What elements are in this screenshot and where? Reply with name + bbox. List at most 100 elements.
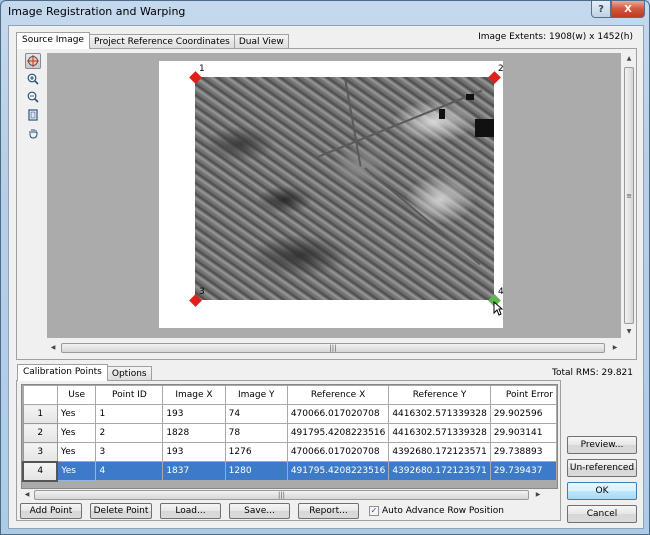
column-header-use[interactable]: Use <box>56 385 97 405</box>
horizontal-scroll-thumb[interactable]: ||| <box>61 343 605 353</box>
row-header[interactable]: 4 <box>22 460 59 482</box>
column-header-reference-y[interactable]: Reference Y <box>388 385 491 405</box>
window-title: Image Registration and Warping <box>8 5 186 18</box>
scroll-left-icon[interactable]: ◀ <box>21 489 33 501</box>
calibration-points-grid[interactable]: Use Point ID Image X Image Y Reference X… <box>21 384 558 489</box>
tab-calibration-points[interactable]: Calibration Points <box>17 364 108 381</box>
tab-options[interactable]: Options <box>106 366 152 381</box>
calibration-points-panel: Use Point ID Image X Image Y Reference X… <box>16 380 561 521</box>
cell-reference-x[interactable]: 491795.4208223516 <box>286 423 390 443</box>
delete-point-button[interactable]: Delete Point <box>90 503 152 519</box>
source-raster-image <box>195 77 494 300</box>
grip-icon: ≡ <box>626 191 632 200</box>
scroll-right-icon[interactable]: ▶ <box>609 342 621 354</box>
cell-point-error[interactable]: 29.738893 <box>489 442 557 462</box>
cell-reference-y[interactable]: 4416302.571339328 <box>388 423 491 443</box>
select-point-tool[interactable] <box>25 53 41 69</box>
hand-pan-icon <box>29 129 38 139</box>
tab-source-image[interactable]: Source Image <box>16 32 90 49</box>
column-header-image-x[interactable]: Image X <box>162 385 226 405</box>
cell-reference-y[interactable]: 4392680.172123571 <box>388 442 491 462</box>
cell-reference-x[interactable]: 470066.017020708 <box>286 442 390 462</box>
table-row[interactable]: 2 Yes 2 1828 78 491795.4208223516 441630… <box>22 423 557 443</box>
cell-point-error[interactable]: 29.903141 <box>489 423 557 443</box>
zoom-in-tool[interactable] <box>25 71 41 87</box>
save-button[interactable]: Save... <box>229 503 290 519</box>
cell-image-x[interactable]: 1828 <box>162 423 226 443</box>
cell-use[interactable]: Yes <box>56 404 97 424</box>
auto-advance-checkbox[interactable]: ✓ Auto Advance Row Position <box>369 506 504 516</box>
table-row[interactable]: 1 Yes 1 193 74 470066.017020708 4416302.… <box>22 404 557 424</box>
close-button[interactable]: X <box>611 1 645 18</box>
cell-point-error[interactable]: 29.902596 <box>489 404 557 424</box>
cell-image-y[interactable]: 74 <box>224 404 288 424</box>
scroll-down-icon[interactable]: ▼ <box>623 326 635 338</box>
zoom-out-tool[interactable] <box>25 89 41 105</box>
cell-reference-x[interactable]: 491795.4208223516 <box>286 461 390 481</box>
cell-reference-x[interactable]: 470066.017020708 <box>286 404 390 424</box>
zoom-in-icon <box>27 73 39 85</box>
dialog-window: Image Registration and Warping ? X Sourc… <box>0 0 650 535</box>
image-canvas[interactable]: 1 2 3 4 <box>47 53 621 338</box>
cell-point-id[interactable]: 2 <box>95 423 164 443</box>
pan-tool[interactable] <box>25 125 41 141</box>
cell-point-id[interactable]: 4 <box>95 461 164 481</box>
add-point-button[interactable]: Add Point <box>20 503 82 519</box>
scroll-up-icon[interactable]: ▲ <box>623 53 635 65</box>
row-header[interactable]: 2 <box>22 423 58 443</box>
image-page: 1 2 3 4 <box>159 61 504 328</box>
fit-extent-icon <box>28 109 38 121</box>
cell-use[interactable]: Yes <box>56 461 97 481</box>
table-header-row: Use Point ID Image X Image Y Reference X… <box>22 385 557 405</box>
cell-image-x[interactable]: 193 <box>162 442 226 462</box>
load-button[interactable]: Load... <box>160 503 221 519</box>
ok-button[interactable]: OK <box>567 482 637 500</box>
tab-project-reference-coordinates[interactable]: Project Reference Coordinates <box>88 34 235 49</box>
viewer-toolbox <box>23 53 43 143</box>
canvas-vertical-scrollbar[interactable]: ▲ ≡ ▼ <box>623 53 635 338</box>
fit-to-window-tool[interactable] <box>25 107 41 123</box>
checkbox-checked-icon[interactable]: ✓ <box>369 506 379 516</box>
cell-point-id[interactable]: 3 <box>95 442 164 462</box>
scroll-right-icon[interactable]: ▶ <box>532 489 544 501</box>
cell-point-error[interactable]: 29.739437 <box>489 461 557 481</box>
table-row[interactable]: 3 Yes 3 193 1276 470066.017020708 439268… <box>22 442 557 462</box>
column-header-image-y[interactable]: Image Y <box>224 385 288 405</box>
cell-use[interactable]: Yes <box>56 442 97 462</box>
cell-image-y[interactable]: 1280 <box>224 461 288 481</box>
view-tabs: Source Image Project Reference Coordinat… <box>16 32 289 49</box>
cell-use[interactable]: Yes <box>56 423 97 443</box>
crosshair-target-icon <box>27 55 39 67</box>
grid-scroll-thumb[interactable]: ||| <box>34 490 529 500</box>
cell-image-y[interactable]: 78 <box>224 423 288 443</box>
title-bar[interactable]: Image Registration and Warping ? X <box>1 1 649 23</box>
dialog-side-buttons: Preview... Un-referenced OK Cancel <box>567 436 637 528</box>
grip-icon: ||| <box>329 344 337 352</box>
cell-image-y[interactable]: 1276 <box>224 442 288 462</box>
report-button[interactable]: Report... <box>298 503 359 519</box>
image-extents-label: Image Extents: 1908(w) x 1452(h) <box>478 32 633 42</box>
cell-reference-y[interactable]: 4392680.172123571 <box>388 461 491 481</box>
canvas-horizontal-scrollbar[interactable]: ◀ ||| ▶ <box>47 342 621 354</box>
total-rms-label: Total RMS: 29.821 <box>552 368 633 378</box>
cell-image-x[interactable]: 193 <box>162 404 226 424</box>
cell-image-x[interactable]: 1837 <box>162 461 226 481</box>
column-header-reference-x[interactable]: Reference X <box>286 385 390 405</box>
mouse-cursor-icon <box>493 301 503 316</box>
vertical-scroll-thumb[interactable]: ≡ <box>624 67 634 324</box>
preview-button[interactable]: Preview... <box>567 436 637 454</box>
table-row-selected[interactable]: 4 Yes 4 1837 1280 491795.4208223516 4392… <box>22 460 557 482</box>
column-header-point-id[interactable]: Point ID <box>95 385 164 405</box>
unreferenced-button[interactable]: Un-referenced <box>567 459 637 477</box>
cancel-button[interactable]: Cancel <box>567 505 637 523</box>
help-button[interactable]: ? <box>591 1 611 18</box>
scroll-left-icon[interactable]: ◀ <box>47 342 59 354</box>
calibration-marker-label: 3 <box>199 287 205 297</box>
row-header[interactable]: 1 <box>22 404 58 424</box>
column-header-point-error[interactable]: Point Error <box>489 385 557 405</box>
row-header[interactable]: 3 <box>22 442 58 462</box>
grid-horizontal-scrollbar[interactable]: ◀ ||| ▶ <box>21 489 558 501</box>
tab-dual-view[interactable]: Dual View <box>233 34 289 49</box>
cell-reference-y[interactable]: 4416302.571339328 <box>388 404 491 424</box>
cell-point-id[interactable]: 1 <box>95 404 164 424</box>
